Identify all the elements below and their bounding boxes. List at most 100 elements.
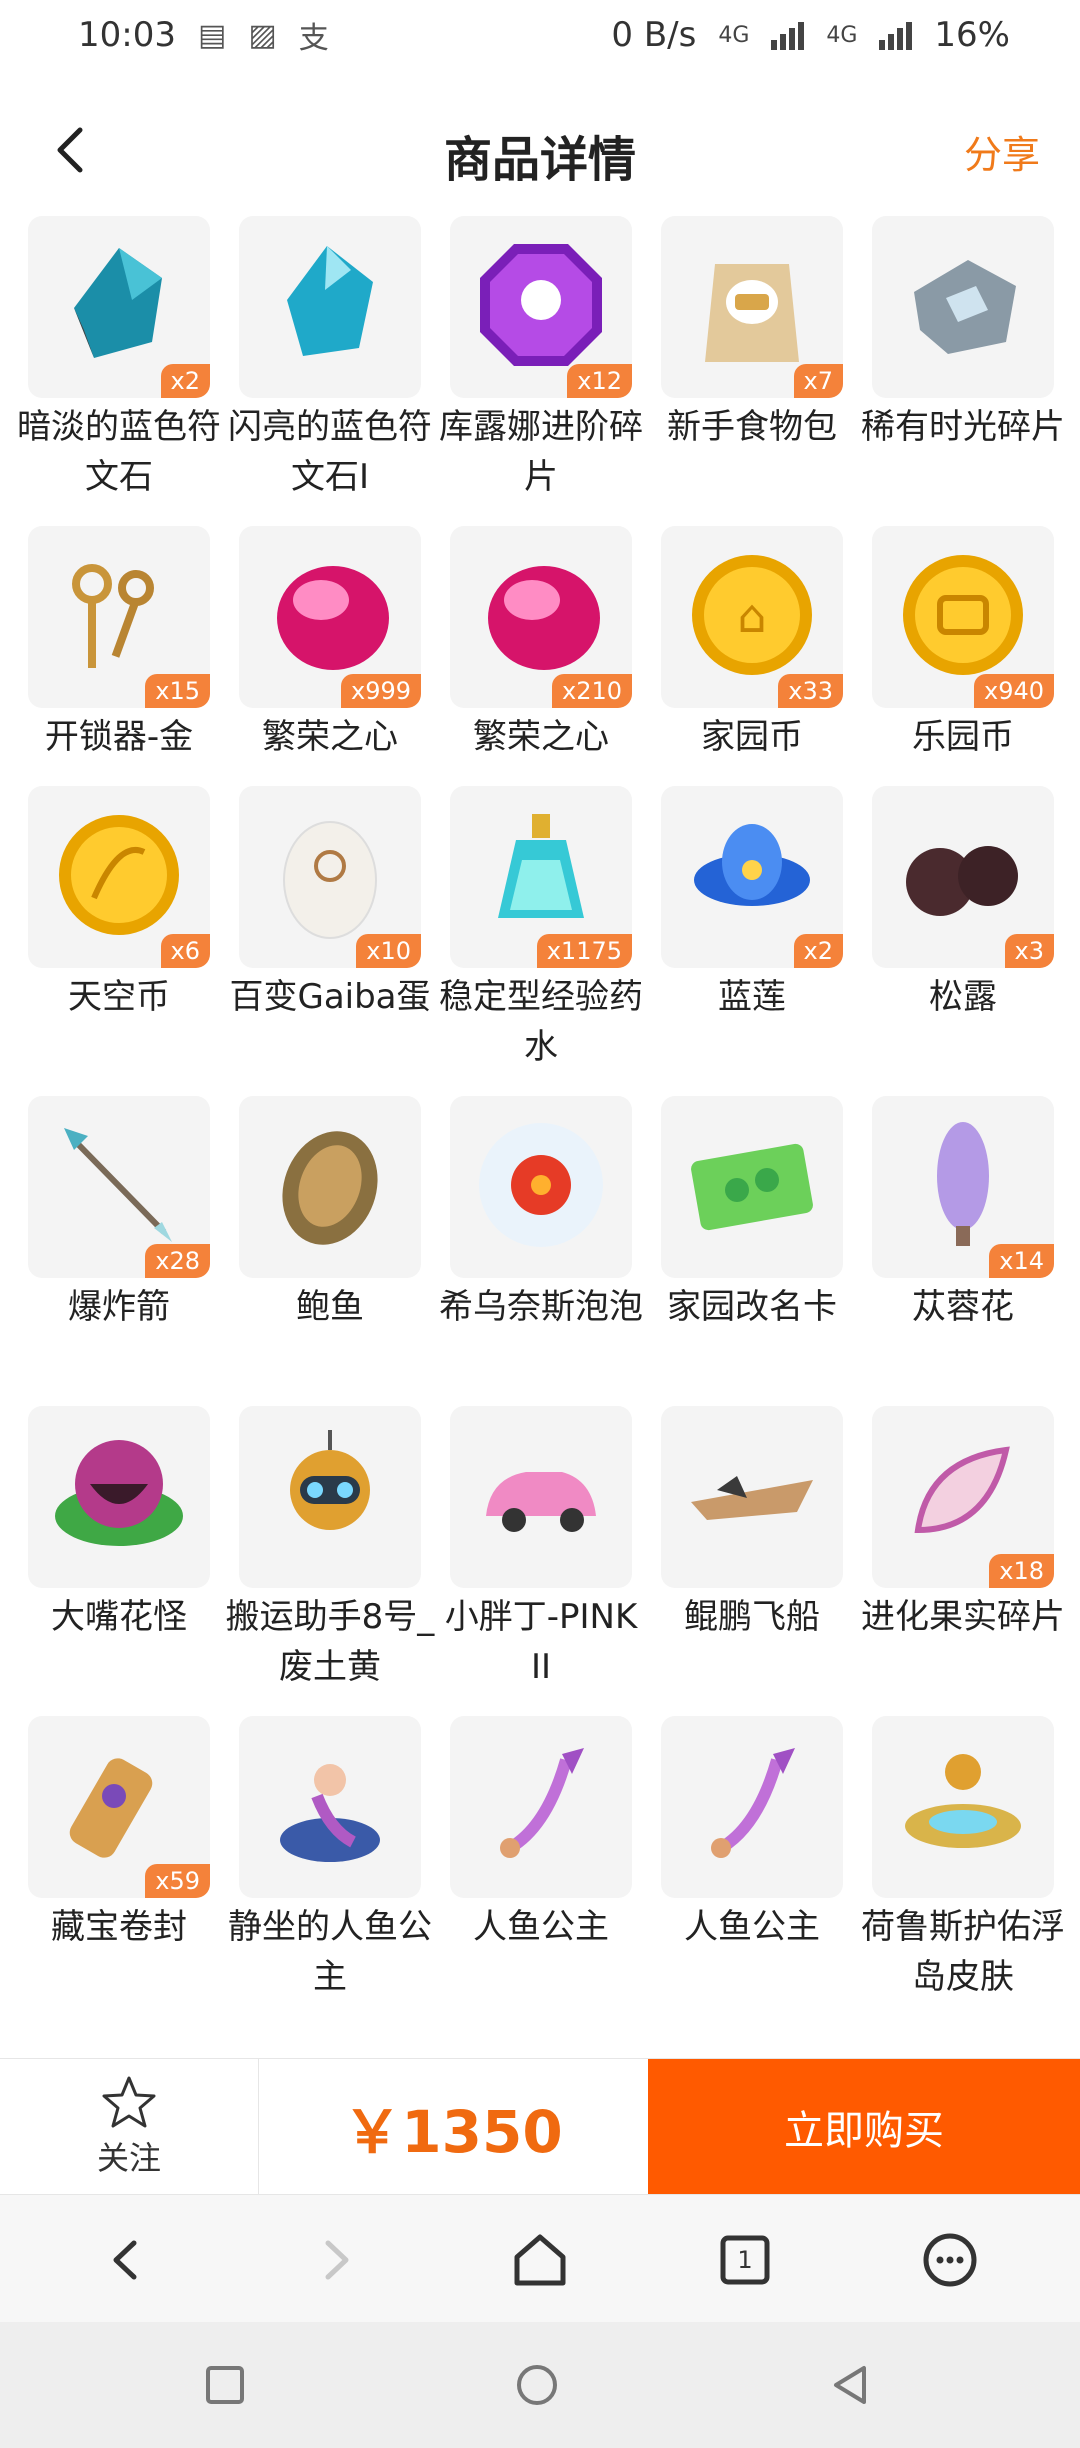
quantity-badge: x7 — [793, 364, 843, 398]
item-name: 稳定型经验药水 — [439, 977, 643, 1067]
floating-island-icon — [888, 1730, 1038, 1884]
item-name: 大嘴花怪 — [51, 1597, 187, 1637]
quantity-badge: x18 — [989, 1554, 1054, 1588]
product-item[interactable]: x59 藏宝卷封 — [28, 1716, 210, 2026]
item-thumbnail: x999 — [239, 526, 421, 708]
product-item[interactable]: x2 暗淡的蓝色符文石 — [17, 216, 221, 526]
product-item[interactable]: 鲲鹏飞船 — [661, 1406, 843, 1716]
product-item[interactable]: 搬运助手8号_废土黄 — [226, 1406, 434, 1716]
item-name: 爆炸箭 — [68, 1287, 170, 1327]
item-thumbnail — [872, 1716, 1054, 1898]
product-item[interactable]: 鲍鱼 — [239, 1096, 421, 1406]
item-thumbnail: x18 — [872, 1406, 1054, 1588]
item-name: 松露 — [929, 977, 997, 1017]
product-item[interactable]: 人鱼公主 — [661, 1716, 843, 2026]
product-item[interactable]: 希乌奈斯泡泡 — [439, 1096, 643, 1406]
buy-now-button[interactable]: 立即购买 — [648, 2059, 1080, 2195]
item-thumbnail: x6 — [28, 786, 210, 968]
product-item[interactable]: x999 繁荣之心 — [239, 526, 421, 786]
mermaid-sitting-icon — [255, 1730, 405, 1884]
product-item[interactable]: x940 乐园币 — [872, 526, 1054, 786]
share-button[interactable]: 分享 — [964, 124, 1040, 179]
recents-icon[interactable] — [200, 2360, 250, 2410]
item-name: 人鱼公主 — [473, 1907, 609, 1947]
product-item[interactable]: ⌂ x33 家园币 — [661, 526, 843, 786]
product-item[interactable]: x10 百变Gaiba蛋 — [229, 786, 431, 1096]
product-item[interactable]: x2 蓝莲 — [661, 786, 843, 1096]
product-item[interactable]: 静坐的人鱼公主 — [228, 1716, 432, 2026]
pink-heart-gem-icon — [466, 540, 616, 694]
product-item[interactable]: x14 苁蓉花 — [872, 1096, 1054, 1406]
item-name: 家园币 — [701, 717, 803, 757]
item-name: 鲲鹏飞船 — [684, 1597, 820, 1637]
product-item[interactable]: x210 繁荣之心 — [450, 526, 632, 786]
product-item[interactable]: x18 进化果实碎片 — [861, 1406, 1065, 1716]
follow-button[interactable]: 关注 — [0, 2059, 259, 2195]
status-right: 0 B/s 4G 4G 16% — [611, 15, 1010, 55]
quantity-badge: x940 — [973, 674, 1054, 708]
product-item[interactable]: 大嘴花怪 — [28, 1406, 210, 1716]
svg-text:⌂: ⌂ — [737, 589, 766, 643]
quantity-badge: x59 — [145, 1864, 210, 1898]
product-item[interactable]: x12 库露娜进阶碎片 — [439, 216, 643, 526]
sky-coin-icon — [44, 800, 194, 954]
product-item[interactable]: x1175 稳定型经验药水 — [439, 786, 643, 1096]
status-left: 10:03 ▤ ▨ 支 — [78, 13, 329, 57]
item-thumbnail — [661, 1716, 843, 1898]
item-grid: x2 暗淡的蓝色符文石 闪亮的蓝色符文石I x12 库露娜进阶碎片 x7 新手食物包 稀有时光… — [17, 216, 1065, 2026]
item-thumbnail — [239, 1406, 421, 1588]
product-item[interactable]: 家园改名卡 — [661, 1096, 843, 1406]
item-thumbnail: x14 — [872, 1096, 1054, 1278]
more-menu-icon[interactable] — [915, 2225, 985, 2295]
system-back-icon[interactable] — [826, 2360, 876, 2410]
signal-icon — [879, 20, 913, 50]
product-item[interactable]: x6 天空币 — [28, 786, 210, 1096]
blue-lotus-icon — [677, 800, 827, 954]
item-thumbnail: x12 — [450, 216, 632, 398]
item-name: 进化果实碎片 — [861, 1597, 1065, 1637]
item-name: 库露娜进阶碎片 — [439, 407, 643, 497]
product-item[interactable]: 闪亮的蓝色符文石I — [228, 216, 432, 526]
quantity-badge: x2 — [793, 934, 843, 968]
battery-level: 16% — [934, 15, 1010, 55]
quantity-badge: x10 — [356, 934, 421, 968]
price: ￥1350 — [343, 2098, 563, 2166]
browser-forward-icon[interactable] — [300, 2225, 370, 2295]
product-item[interactable]: 小胖丁-PINK II — [445, 1406, 637, 1716]
item-name: 苁蓉花 — [912, 1287, 1014, 1327]
abalone-icon — [255, 1110, 405, 1264]
system-home-icon[interactable] — [512, 2360, 562, 2410]
piranha-plant-icon — [44, 1420, 194, 1574]
item-thumbnail — [239, 1096, 421, 1278]
item-name: 搬运助手8号_废土黄 — [225, 1597, 435, 1687]
product-item[interactable]: 稀有时光碎片 — [861, 216, 1065, 526]
time-fragment-icon — [888, 230, 1038, 384]
product-item[interactable]: 荷鲁斯护佑浮岛皮肤 — [861, 1716, 1065, 2026]
page-header: 商品详情 分享 — [0, 100, 1080, 200]
alipay-icon: 支 — [298, 21, 329, 56]
item-name: 开锁器-金 — [44, 717, 194, 757]
product-item[interactable]: 人鱼公主 — [450, 1716, 632, 2026]
item-name: 闪亮的蓝色符文石I — [228, 407, 432, 497]
dark-blue-rune-stone-icon — [44, 230, 194, 384]
item-name: 荷鲁斯护佑浮岛皮肤 — [861, 1907, 1065, 1997]
item-name: 暗淡的蓝色符文石 — [17, 407, 221, 497]
item-name: 静坐的人鱼公主 — [228, 1907, 432, 1997]
tabs-button[interactable]: 1 — [710, 2225, 780, 2295]
product-item[interactable]: x15 开锁器-金 — [28, 526, 210, 786]
truffle-icon — [888, 800, 1038, 954]
cistanche-flower-icon — [888, 1110, 1038, 1264]
item-thumbnail: x15 — [28, 526, 210, 708]
product-item[interactable]: x3 松露 — [872, 786, 1054, 1096]
item-thumbnail: x28 — [28, 1096, 210, 1278]
item-thumbnail: x7 — [661, 216, 843, 398]
park-coin-icon — [888, 540, 1038, 694]
tab-count: 1 — [737, 2246, 753, 2274]
quantity-badge: x1175 — [536, 934, 632, 968]
fruit-fragment-icon — [888, 1420, 1038, 1574]
home-icon[interactable] — [505, 2225, 575, 2295]
product-item[interactable]: x7 新手食物包 — [661, 216, 843, 526]
item-thumbnail — [450, 1406, 632, 1588]
browser-back-icon[interactable] — [92, 2225, 162, 2295]
product-item[interactable]: x28 爆炸箭 — [28, 1096, 210, 1406]
